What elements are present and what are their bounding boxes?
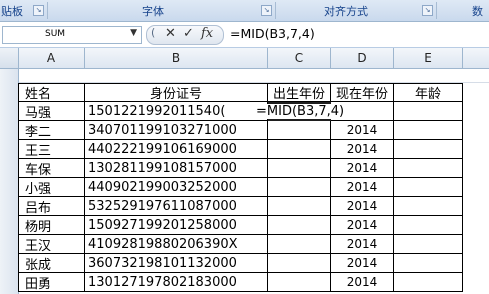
cell-birth[interactable] (268, 216, 331, 235)
table-row: 小强 440902199003252000 2014 (18, 178, 489, 197)
table-row: 田勇 130127197802183000 2014 (18, 273, 489, 292)
worksheet: A B C D E 姓名 身份证号 出生年份 现在年份 年龄 马强 150122… (0, 48, 489, 294)
cell-birth[interactable] (268, 273, 331, 292)
cell-age[interactable] (394, 102, 463, 121)
table-header-row: 姓名 身份证号 出生年份 现在年份 年龄 (18, 83, 489, 102)
cell-name[interactable]: 王汉 (18, 235, 85, 254)
formula-buttons: ( ✕ ✓ fx (146, 25, 224, 45)
cell-name[interactable]: 吕布 (18, 197, 85, 216)
cell-birth[interactable] (268, 140, 331, 159)
cell-age[interactable] (394, 140, 463, 159)
ribbon-group-font: 字体 (142, 4, 164, 18)
cell-year[interactable]: 2014 (331, 254, 394, 273)
cell-age[interactable] (394, 121, 463, 140)
cell-year[interactable]: 2014 (331, 197, 394, 216)
cell-name[interactable]: 田勇 (18, 273, 85, 292)
column-header-e[interactable]: E (394, 48, 463, 68)
select-all-corner[interactable] (0, 48, 19, 68)
column-header-d[interactable]: D (331, 48, 394, 68)
column-header-a[interactable]: A (18, 48, 85, 68)
formula-bar: SUM ▼ ( ✕ ✓ fx =MID(B3,7,4) (0, 22, 489, 48)
cell-birth[interactable] (268, 178, 331, 197)
table-row: 杨明 150927199201258000 2014 (18, 216, 489, 235)
table-row: 王汉 41092819880206390X 2014 (18, 235, 489, 254)
chevron-down-icon[interactable]: ▼ (130, 28, 137, 38)
cell-age[interactable] (394, 235, 463, 254)
cell-id[interactable]: 440222199106169000 (85, 140, 268, 159)
cell-name[interactable]: 王三 (18, 140, 85, 159)
cell-age[interactable] (394, 254, 463, 273)
ribbon-group-alignment: 对齐方式 (324, 4, 368, 18)
cell-year[interactable]: 2014 (331, 178, 394, 197)
ribbon-group-labels: 贴板 ↘ 字体 ↘ 对齐方式 ↘ 数 (0, 0, 489, 22)
formula-content[interactable]: =MID(B3,7,4) (230, 26, 315, 41)
cell-id[interactable]: 41092819880206390X (85, 235, 268, 254)
cell-year[interactable]: 2014 (331, 235, 394, 254)
cell-birth[interactable] (268, 121, 331, 140)
font-launcher-icon[interactable]: ↘ (261, 5, 272, 16)
cell-birth[interactable] (268, 235, 331, 254)
header-id[interactable]: 身份证号 (85, 83, 268, 102)
cell-id[interactable]: 1501221992011540( (85, 102, 268, 121)
cell-id[interactable]: 130127197802183000 (85, 273, 268, 292)
cell-year[interactable]: 2014 (331, 216, 394, 235)
table-row: 王三 440222199106169000 2014 (18, 140, 489, 159)
formula-bar-grip-icon: ( (151, 26, 156, 39)
cell-id[interactable]: 130281199108157000 (85, 159, 268, 178)
cell-name[interactable]: 杨明 (18, 216, 85, 235)
cell-name[interactable]: 李二 (18, 121, 85, 140)
cancel-icon[interactable]: ✕ (165, 26, 176, 41)
cell-age[interactable] (394, 178, 463, 197)
cell-birth[interactable] (268, 159, 331, 178)
cell-year[interactable]: 2014 (331, 159, 394, 178)
cell-name[interactable]: 马强 (18, 102, 85, 121)
table-row: 李二 340701199103271000 2014 (18, 121, 489, 140)
cell-birth[interactable] (268, 254, 331, 273)
header-age[interactable]: 年龄 (394, 83, 463, 102)
cell-year[interactable]: 2014 (331, 273, 394, 292)
enter-icon[interactable]: ✓ (183, 26, 194, 41)
column-headers: A B C D E (0, 48, 489, 69)
cell-name[interactable]: 小强 (18, 178, 85, 197)
column-header-b[interactable]: B (85, 48, 268, 68)
table-row: 吕布 532529197611087000 2014 (18, 197, 489, 216)
in-cell-formula-edit[interactable]: =MID(B3,7,4) (254, 104, 347, 119)
header-current-year[interactable]: 现在年份 (331, 83, 394, 102)
cell-age[interactable] (394, 273, 463, 292)
clipboard-launcher-icon[interactable]: ↘ (33, 5, 44, 16)
cell-birth[interactable] (268, 197, 331, 216)
column-header-c[interactable]: C (268, 48, 331, 68)
table-row: 张成 360732198101132000 2014 (18, 254, 489, 273)
insert-function-icon[interactable]: fx (201, 26, 213, 41)
cell-name[interactable]: 张成 (18, 254, 85, 273)
name-box-value: SUM (45, 29, 66, 39)
cell-age[interactable] (394, 197, 463, 216)
table-row: 车保 130281199108157000 2014 (18, 159, 489, 178)
row-headers[interactable] (0, 69, 19, 294)
cell-name[interactable]: 车保 (18, 159, 85, 178)
header-name[interactable]: 姓名 (18, 83, 85, 102)
header-birth-year[interactable]: 出生年份 (268, 83, 331, 102)
ribbon-group-clipboard: 贴板 (1, 4, 23, 18)
cell-id[interactable]: 360732198101132000 (85, 254, 268, 273)
alignment-launcher-icon[interactable]: ↘ (422, 5, 433, 16)
ribbon-group-number: 数 (472, 4, 483, 18)
cell-id[interactable]: 440902199003252000 (85, 178, 268, 197)
name-box[interactable]: SUM ▼ (2, 26, 142, 44)
cell-age[interactable] (394, 159, 463, 178)
cell-year[interactable]: 2014 (331, 140, 394, 159)
cell-id[interactable]: 340701199103271000 (85, 121, 268, 140)
cell-id[interactable]: 532529197611087000 (85, 197, 268, 216)
cell-year[interactable]: 2014 (331, 121, 394, 140)
cell-id[interactable]: 150927199201258000 (85, 216, 268, 235)
row-1-empty[interactable] (0, 69, 489, 83)
cell-age[interactable] (394, 216, 463, 235)
